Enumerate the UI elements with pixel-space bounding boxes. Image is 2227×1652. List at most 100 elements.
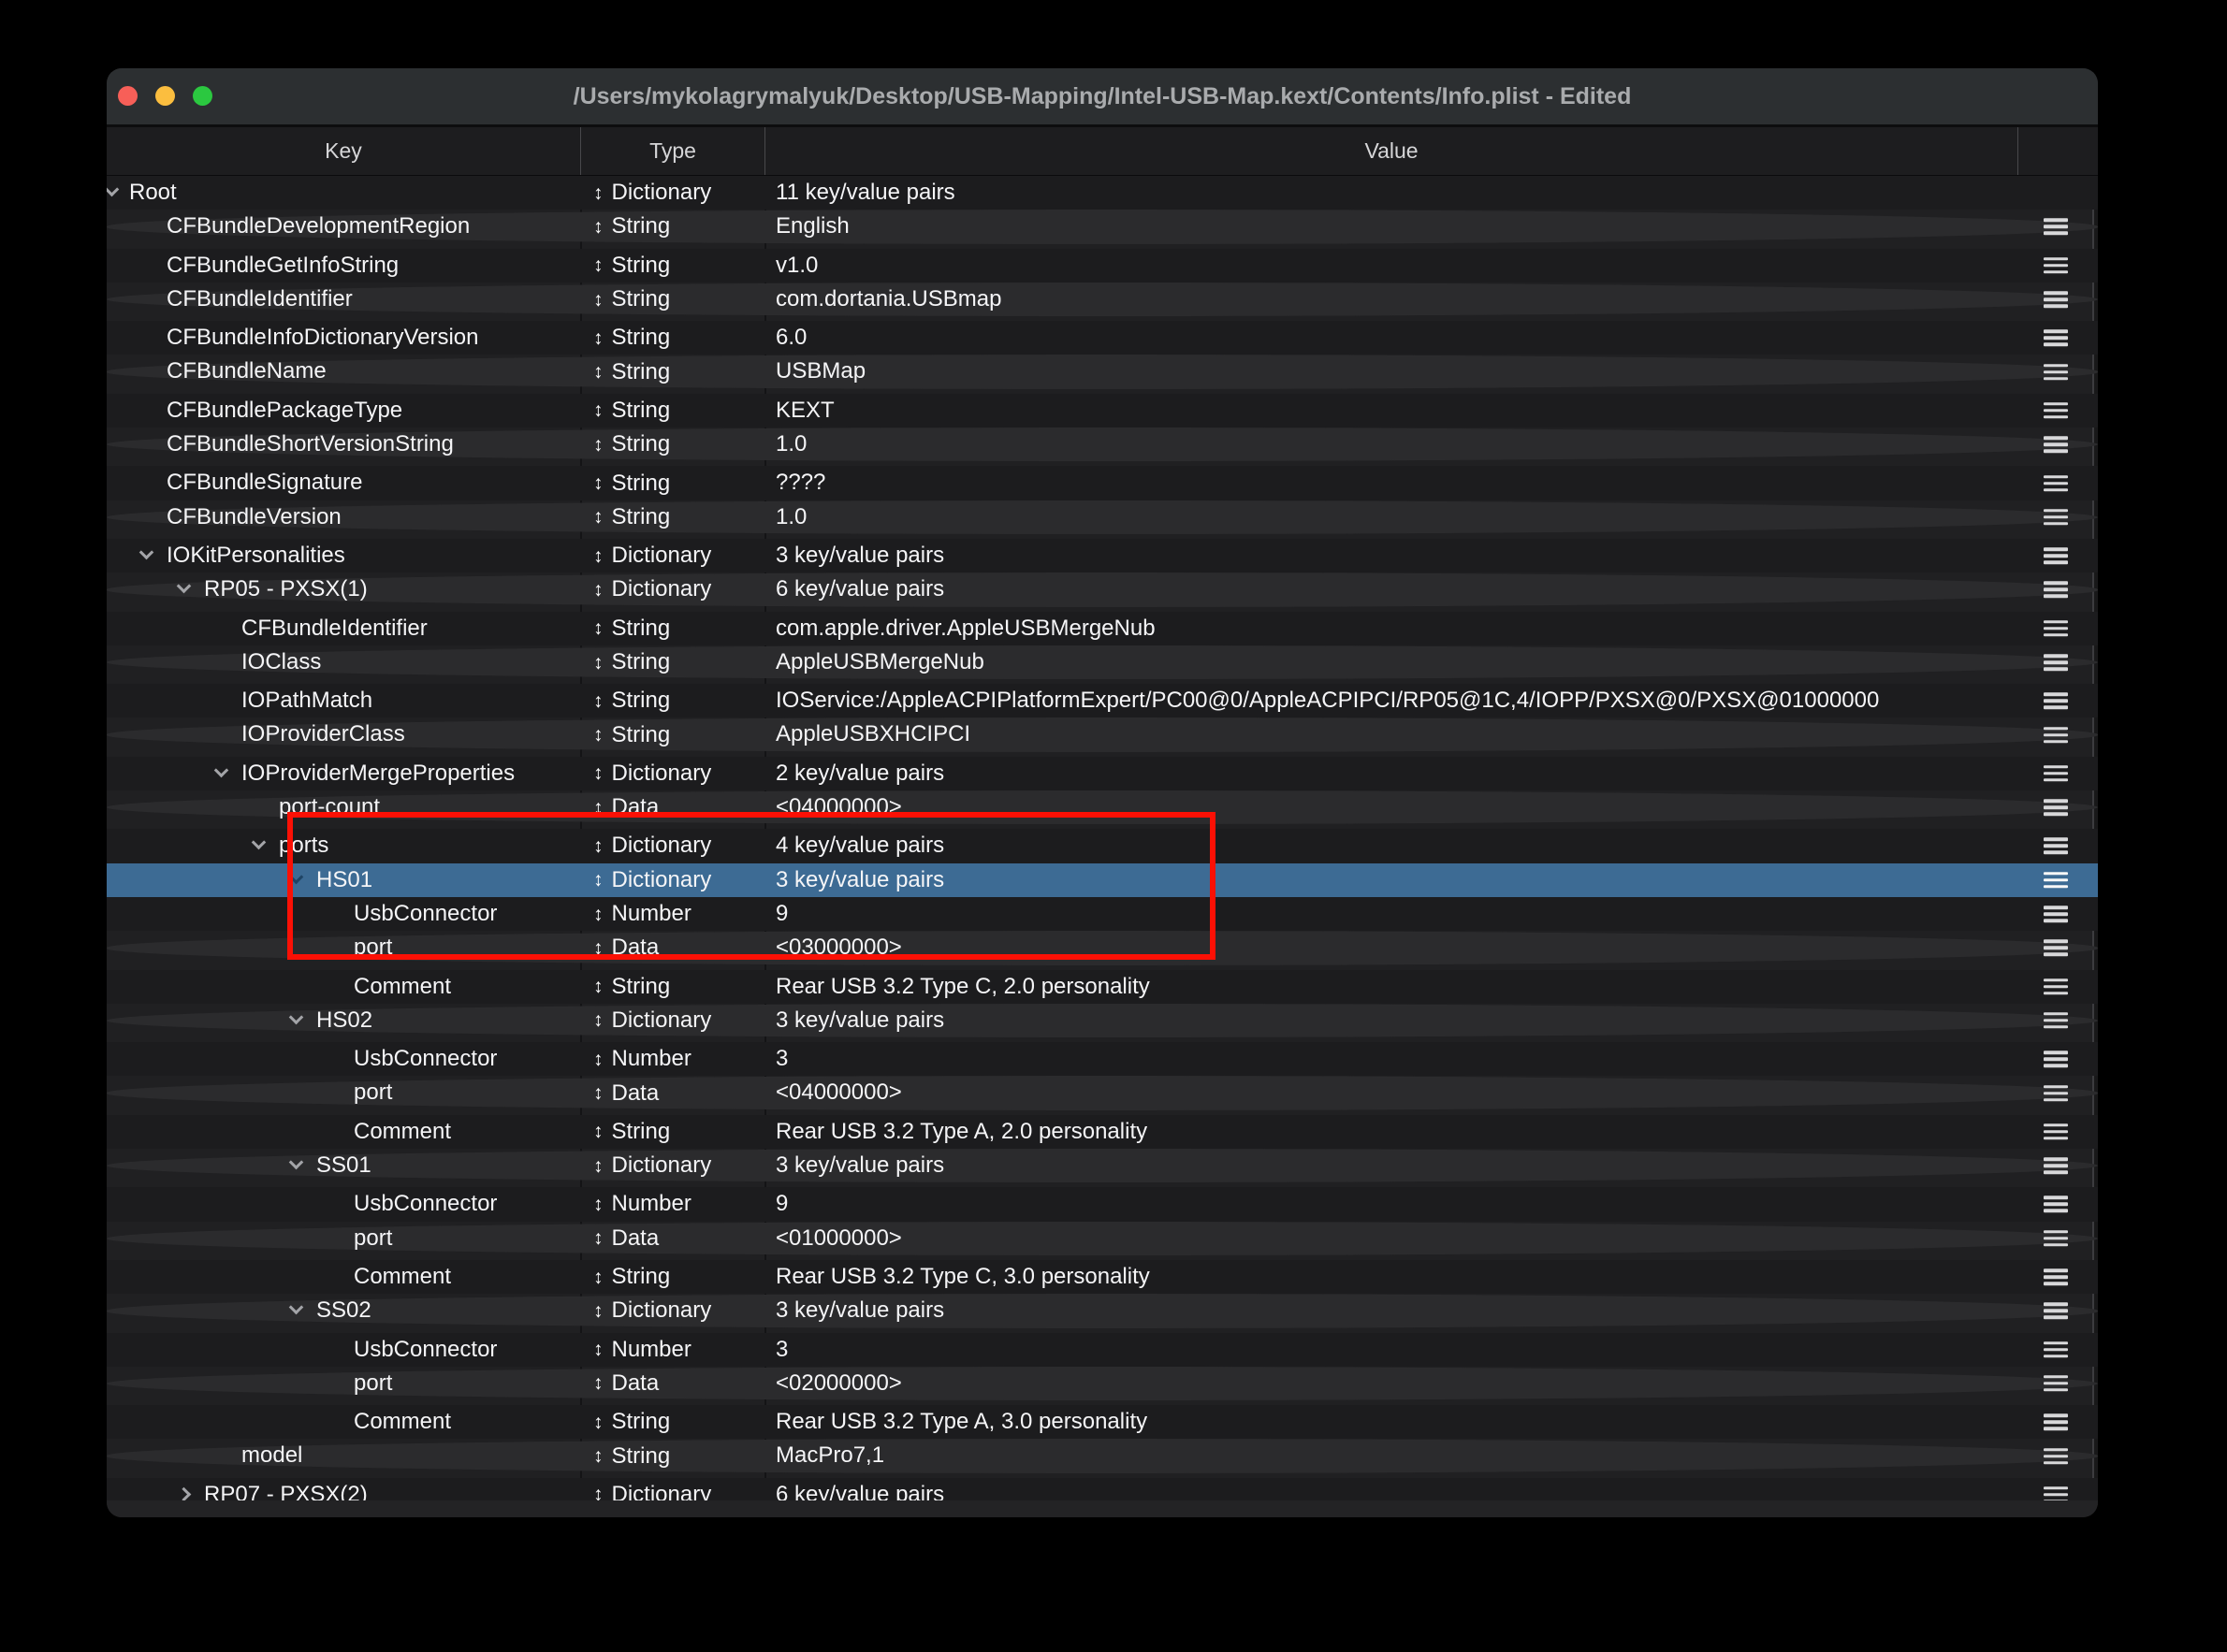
row-type-popup[interactable]: ↕Data [593,790,659,824]
row-type-popup[interactable]: ↕String [593,355,670,388]
row-type-popup[interactable]: ↕Data [593,931,659,964]
table-row[interactable]: Comment↕StringRear USB 3.2 Type A, 2.0 p… [107,1115,2098,1149]
table-row[interactable]: CFBundleShortVersionString↕String1.0 [107,427,2098,461]
table-row[interactable]: UsbConnector↕Number9 [107,1187,2098,1221]
chevron-down-icon[interactable] [289,1300,304,1315]
row-type-popup[interactable]: ↕String [593,1115,670,1149]
column-header-key[interactable]: Key [107,127,581,175]
row-drag-handle-icon[interactable] [2044,620,2068,637]
row-type-popup[interactable]: ↕String [593,249,670,283]
row-drag-handle-icon[interactable] [2044,330,2068,347]
row-drag-handle-icon[interactable] [2044,1303,2068,1320]
row-type-popup[interactable]: ↕String [593,1439,670,1472]
row-type-popup[interactable]: ↕Dictionary [593,539,711,572]
table-row[interactable]: IOPathMatch↕StringIOService:/AppleACPIPl… [107,684,2098,717]
row-drag-handle-icon[interactable] [2044,727,2068,744]
row-type-popup[interactable]: ↕Number [593,897,691,931]
table-row[interactable]: model↕StringMacPro7,1 [107,1439,2098,1472]
row-type-popup[interactable]: ↕Dictionary [593,1294,711,1327]
row-type-popup[interactable]: ↕String [593,1260,670,1294]
row-drag-handle-icon[interactable] [2044,1341,2068,1358]
row-drag-handle-icon[interactable] [2044,1375,2068,1392]
row-type-popup[interactable]: ↕Dictionary [593,863,711,897]
row-type-popup[interactable]: ↕Number [593,1042,691,1076]
row-drag-handle-icon[interactable] [2044,799,2068,816]
row-drag-handle-icon[interactable] [2044,872,2068,889]
row-type-popup[interactable]: ↕Data [593,1367,659,1400]
row-drag-handle-icon[interactable] [2044,547,2068,564]
table-row[interactable]: CFBundleDevelopmentRegion↕StringEnglish [107,210,2098,243]
row-type-popup[interactable]: ↕String [593,684,670,717]
chevron-down-icon[interactable] [177,579,192,594]
table-row[interactable]: port↕Data<03000000> [107,931,2098,964]
row-type-popup[interactable]: ↕Number [593,1333,691,1367]
row-type-popup[interactable]: ↕Dictionary [593,829,711,862]
table-row[interactable]: CFBundlePackageType↕StringKEXT [107,394,2098,427]
table-row[interactable]: UsbConnector↕Number9 [107,897,2098,931]
table-row[interactable]: HS01↕Dictionary3 key/value pairs [107,863,2098,897]
row-drag-handle-icon[interactable] [2044,1413,2068,1430]
row-type-popup[interactable]: ↕String [593,210,670,243]
table-row[interactable]: Comment↕StringRear USB 3.2 Type C, 2.0 p… [107,970,2098,1004]
row-drag-handle-icon[interactable] [2044,402,2068,419]
table-row[interactable]: IOProviderMergeProperties↕Dictionary2 ke… [107,757,2098,790]
row-type-popup[interactable]: ↕String [593,466,670,500]
table-row[interactable]: CFBundleSignature↕String???? [107,466,2098,500]
row-drag-handle-icon[interactable] [2044,1268,2068,1285]
table-row[interactable]: port↕Data<02000000> [107,1367,2098,1400]
table-row[interactable]: RP05 - PXSX(1)↕Dictionary6 key/value pai… [107,572,2098,606]
table-row[interactable]: port↕Data<04000000> [107,1076,2098,1109]
row-drag-handle-icon[interactable] [2044,1051,2068,1068]
row-type-popup[interactable]: ↕Data [593,1076,659,1109]
row-type-popup[interactable]: ↕String [593,612,670,645]
row-drag-handle-icon[interactable] [2044,1230,2068,1247]
chevron-down-icon[interactable] [214,762,229,777]
row-type-popup[interactable]: ↕Dictionary [593,757,711,790]
chevron-down-icon[interactable] [289,1155,304,1170]
table-row[interactable]: UsbConnector↕Number3 [107,1333,2098,1367]
row-type-popup[interactable]: ↕String [593,1405,670,1439]
row-drag-handle-icon[interactable] [2044,765,2068,782]
row-drag-handle-icon[interactable] [2044,509,2068,526]
table-row[interactable]: port-count↕Data<04000000> [107,790,2098,824]
row-type-popup[interactable]: ↕Number [593,1187,691,1221]
table-row[interactable]: CFBundleName↕StringUSBMap [107,355,2098,388]
row-type-popup[interactable]: ↕String [593,645,670,679]
table-row[interactable]: CFBundleIdentifier↕Stringcom.apple.drive… [107,612,2098,645]
table-row[interactable]: CFBundleInfoDictionaryVersion↕String6.0 [107,321,2098,355]
row-drag-handle-icon[interactable] [2044,582,2068,599]
column-header-value[interactable]: Value [765,127,2018,175]
row-drag-handle-icon[interactable] [2044,1123,2068,1140]
row-drag-handle-icon[interactable] [2044,219,2068,236]
table-row[interactable]: CFBundleVersion↕String1.0 [107,500,2098,534]
row-drag-handle-icon[interactable] [2044,1448,2068,1465]
row-type-popup[interactable]: ↕String [593,970,670,1004]
row-drag-handle-icon[interactable] [2044,436,2068,453]
row-drag-handle-icon[interactable] [2044,364,2068,381]
chevron-down-icon[interactable] [289,1010,304,1025]
row-type-popup[interactable]: ↕Dictionary [593,176,711,210]
row-type-popup[interactable]: ↕Dictionary [593,1004,711,1037]
row-drag-handle-icon[interactable] [2044,940,2068,957]
row-drag-handle-icon[interactable] [2044,257,2068,274]
chevron-down-icon[interactable] [107,182,119,197]
window-titlebar[interactable]: /Users/mykolagrymalyuk/Desktop/USB-Mappi… [107,68,2098,124]
row-drag-handle-icon[interactable] [2044,693,2068,710]
table-row[interactable]: Root↕Dictionary11 key/value pairs [107,176,2098,210]
row-drag-handle-icon[interactable] [2044,1012,2068,1029]
table-row[interactable]: SS01↕Dictionary3 key/value pairs [107,1149,2098,1182]
table-row[interactable]: CFBundleIdentifier↕Stringcom.dortania.US… [107,283,2098,316]
row-type-popup[interactable]: ↕String [593,717,670,751]
row-drag-handle-icon[interactable] [2044,1085,2068,1102]
table-row[interactable]: IOClass↕StringAppleUSBMergeNub [107,645,2098,679]
chevron-down-icon[interactable] [289,869,304,884]
row-type-popup[interactable]: ↕String [593,321,670,355]
column-header-type[interactable]: Type [581,127,765,175]
row-drag-handle-icon[interactable] [2044,475,2068,492]
row-drag-handle-icon[interactable] [2044,1157,2068,1174]
row-drag-handle-icon[interactable] [2044,906,2068,922]
row-type-popup[interactable]: ↕String [593,283,670,316]
row-drag-handle-icon[interactable] [2044,978,2068,995]
row-type-popup[interactable]: ↕String [593,500,670,534]
row-drag-handle-icon[interactable] [2044,654,2068,671]
